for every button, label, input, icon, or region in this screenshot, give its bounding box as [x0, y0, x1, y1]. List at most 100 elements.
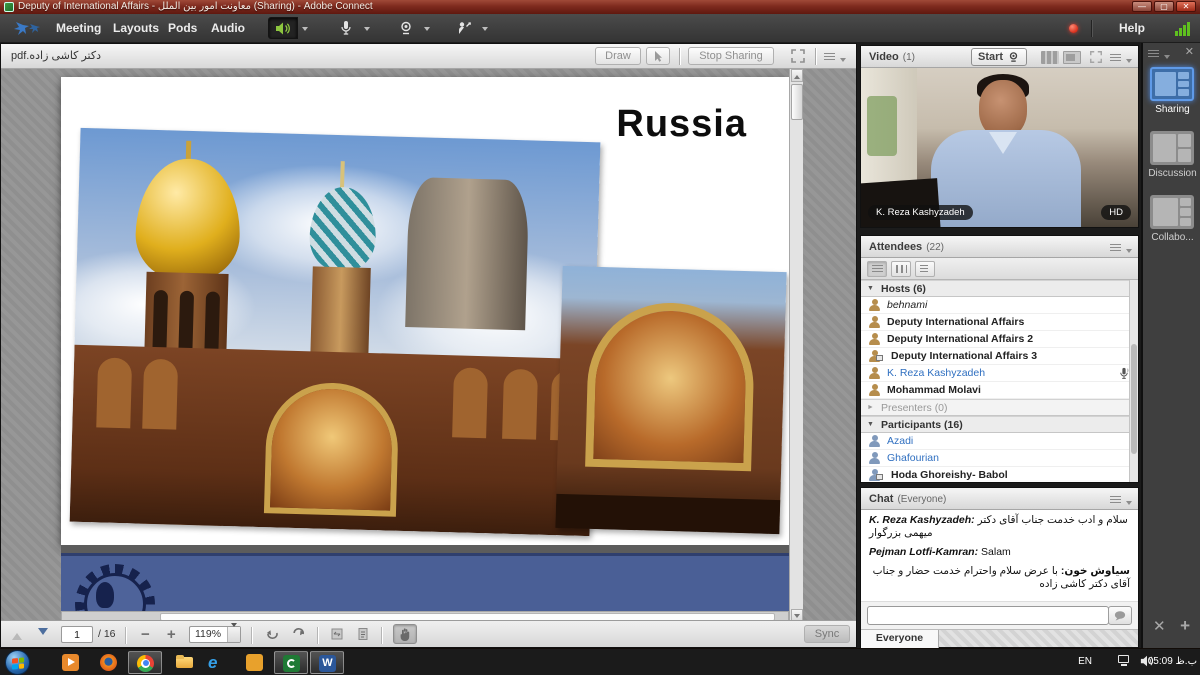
pointer-icon — [653, 50, 664, 63]
hand-pan-tool-button[interactable] — [393, 624, 417, 644]
layout-label-collaboration[interactable]: Collabo... — [1143, 232, 1200, 243]
attendee-row[interactable]: K. Reza Kashyzadeh — [861, 365, 1138, 382]
tab-everyone[interactable]: Everyone — [861, 630, 939, 648]
zoom-out-button[interactable]: − — [135, 625, 155, 643]
webcam-button[interactable] — [392, 17, 420, 39]
send-message-button[interactable] — [1108, 606, 1132, 625]
attendees-scrollbar-thumb[interactable] — [1131, 344, 1137, 454]
fit-page-button[interactable] — [353, 625, 373, 643]
taskbar-connect-button[interactable] — [274, 651, 308, 674]
sidebar-menu-button[interactable] — [1148, 48, 1170, 60]
microphone-button[interactable] — [332, 17, 360, 39]
attendee-row[interactable]: Deputy International Affairs 2 — [861, 331, 1138, 348]
chat-pod-menu-button[interactable] — [1110, 494, 1132, 506]
start-webcam-button[interactable]: Start — [971, 48, 1027, 66]
vertical-scrollbar[interactable] — [789, 69, 803, 622]
participants-group-header[interactable]: ▼ Participants (16) — [861, 416, 1138, 433]
sidebar-close-icon[interactable]: ✕ — [1185, 45, 1194, 58]
hd-badge: HD — [1101, 205, 1131, 220]
taskbar-media-player-icon[interactable] — [62, 654, 79, 671]
taskbar-chrome-button[interactable] — [128, 651, 162, 674]
rotate-right-button[interactable] — [289, 625, 309, 643]
chrome-icon — [137, 655, 154, 672]
divider — [125, 627, 126, 644]
minimize-button[interactable]: — — [1132, 1, 1152, 12]
speaker-button[interactable] — [268, 17, 298, 39]
chat-author: سیاوش خون: — [1061, 565, 1130, 577]
next-page-button[interactable] — [33, 625, 53, 643]
add-pod-icon[interactable]: + — [1180, 616, 1190, 636]
taskbar-ie-icon[interactable]: e — [208, 654, 225, 671]
layout-thumb-sharing[interactable] — [1150, 67, 1194, 101]
attendee-row[interactable]: Azadi — [861, 433, 1138, 450]
grid-view-icon[interactable] — [1041, 51, 1059, 64]
attendee-row[interactable]: Mohammad Molavi — [861, 382, 1138, 399]
webcam-dropdown[interactable] — [420, 17, 433, 39]
attendee-list-view-button[interactable] — [867, 261, 887, 277]
close-button[interactable]: ✕ — [1176, 1, 1196, 12]
window-titlebar: Deputy of International Affairs - معاونت… — [0, 0, 1200, 14]
layout-label-sharing[interactable]: Sharing — [1143, 104, 1200, 115]
attendee-row[interactable]: behnami — [861, 297, 1138, 314]
attendee-grid-view-button[interactable] — [891, 261, 911, 277]
layout-sidebar: ✕ Sharing Discussion Collabo... ✕ + — [1141, 43, 1200, 648]
fit-width-button[interactable] — [327, 625, 347, 643]
taskbar-explorer-icon[interactable] — [176, 654, 193, 671]
rotate-left-button[interactable] — [261, 625, 281, 643]
menu-pods[interactable]: Pods — [168, 14, 197, 43]
attendees-pod-menu-button[interactable] — [1110, 242, 1132, 254]
microphone-dropdown[interactable] — [360, 17, 373, 39]
start-button[interactable] — [5, 650, 30, 675]
next-slide-header-band — [61, 553, 789, 611]
taskbar-word-button[interactable]: W — [310, 651, 344, 674]
attendee-status-view-button[interactable] — [915, 261, 935, 277]
attendee-row[interactable]: Deputy International Affairs — [861, 314, 1138, 331]
share-pod-menu-button[interactable] — [824, 51, 846, 63]
raise-hand-button[interactable] — [450, 17, 478, 39]
layout-thumb-discussion[interactable] — [1150, 131, 1194, 165]
stop-sharing-button[interactable]: Stop Sharing — [688, 47, 774, 65]
fit-width-icon — [330, 627, 344, 641]
filmstrip-view-icon[interactable] — [1063, 51, 1081, 64]
previous-page-button[interactable] — [7, 625, 27, 643]
menu-layouts[interactable]: Layouts — [113, 14, 159, 43]
screen-share-badge-icon — [876, 355, 883, 361]
presenters-group-header[interactable]: ► Presenters (0) — [861, 399, 1138, 416]
gold-dome — [134, 157, 241, 282]
hosts-group-header[interactable]: ▼ Hosts (6) — [861, 280, 1138, 297]
speaker-dropdown[interactable] — [298, 17, 311, 39]
raise-hand-dropdown[interactable] — [478, 17, 491, 39]
attendees-scrollbar[interactable] — [1129, 280, 1138, 482]
zoom-in-button[interactable]: + — [161, 625, 181, 643]
attendee-row[interactable]: Hoda Ghoreishy- Babol — [861, 467, 1138, 482]
menu-audio[interactable]: Audio — [211, 14, 245, 43]
tray-language[interactable]: EN — [1078, 656, 1092, 675]
video-pod-menu-button[interactable] — [1110, 52, 1132, 64]
tray-network-icon[interactable] — [1118, 655, 1132, 667]
collapse-triangle-icon: ► — [867, 400, 874, 416]
zoom-dropdown-caret[interactable] — [227, 627, 240, 642]
menu-meeting[interactable]: Meeting — [56, 14, 101, 43]
draw-button[interactable]: Draw — [595, 47, 641, 65]
scroll-up-button[interactable] — [791, 69, 803, 82]
pointer-tool-button[interactable] — [646, 47, 670, 65]
chat-text: Salam — [981, 546, 1011, 558]
divider — [679, 48, 680, 65]
taskbar-firefox-icon[interactable] — [100, 654, 117, 671]
page-number-input[interactable] — [61, 626, 93, 643]
attendee-row[interactable]: Ghafourian — [861, 450, 1138, 467]
vertical-scrollbar-thumb[interactable] — [791, 84, 803, 120]
layout-label-discussion[interactable]: Discussion — [1143, 168, 1200, 179]
sync-button[interactable]: Sync — [804, 625, 850, 643]
remove-pod-icon[interactable]: ✕ — [1153, 617, 1166, 635]
taskbar-notes-icon[interactable] — [246, 654, 263, 671]
chat-message-input[interactable] — [867, 606, 1109, 625]
tray-clock[interactable]: ب.ظ 05:09 — [1148, 656, 1197, 675]
menu-help[interactable]: Help — [1119, 14, 1145, 43]
zoom-level-select[interactable]: 119% — [189, 626, 241, 643]
maximize-button[interactable]: ▢ — [1154, 1, 1174, 12]
zoom-level-value: 119% — [195, 628, 221, 640]
attendee-row[interactable]: Deputy International Affairs 3 — [861, 348, 1138, 365]
layout-thumb-collaboration[interactable] — [1150, 195, 1194, 229]
fit-page-icon — [356, 627, 370, 641]
